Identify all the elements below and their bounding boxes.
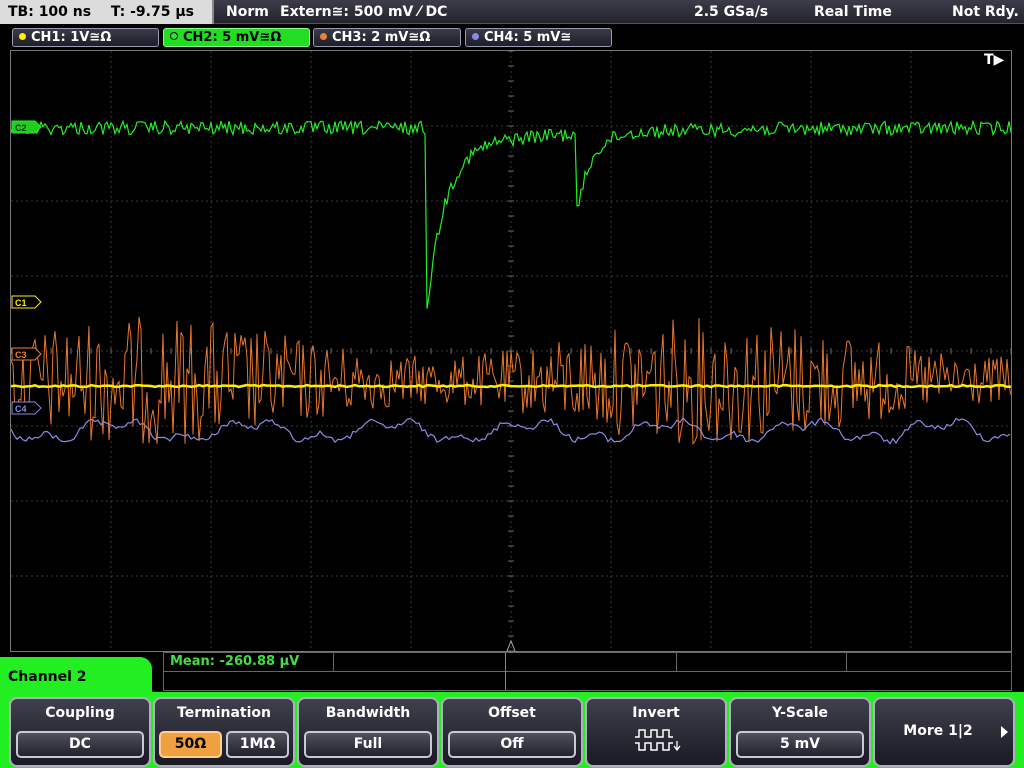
bandwidth-value[interactable]: Full	[304, 731, 432, 758]
termination-1mohm-option[interactable]: 1MΩ	[226, 731, 289, 758]
y-scale-softkey[interactable]: Y-Scale 5 mV	[729, 697, 871, 767]
y-scale-label: Y-Scale	[771, 705, 828, 721]
ch2-offset-marker[interactable]: C2	[11, 120, 42, 134]
termination-label: Termination	[177, 705, 271, 721]
ch1-dot-icon	[19, 33, 26, 40]
ch2-dot-icon	[170, 32, 178, 40]
tab-ch4[interactable]: CH4: 5 mV≅	[465, 28, 612, 47]
invert-label: Invert	[632, 705, 680, 721]
tab-ch1[interactable]: CH1: 1V≅Ω	[12, 28, 159, 47]
offset-value[interactable]: Off	[448, 731, 576, 758]
termination-50ohm-option[interactable]: 50Ω	[159, 731, 222, 758]
coupling-label: Coupling	[45, 705, 115, 721]
ch3-offset-marker[interactable]: C3	[11, 347, 42, 361]
bandwidth-label: Bandwidth	[325, 705, 411, 721]
termination-softkey[interactable]: Termination 50Ω 1MΩ	[153, 697, 295, 767]
ch2-marker-label: C2	[15, 123, 27, 133]
tab-ch1-label: CH1: 1V≅Ω	[31, 30, 112, 45]
more-label: More 1|2	[903, 723, 973, 739]
ch3-marker-label: C3	[15, 350, 27, 360]
tab-ch2[interactable]: CH2: 5 mV≅Ω	[163, 28, 310, 47]
tab-ch2-label: CH2: 5 mV≅Ω	[183, 30, 282, 45]
invert-waveform-icon	[635, 729, 681, 752]
more-softkey[interactable]: More 1|2	[873, 697, 1015, 767]
next-page-arrow-icon	[1001, 726, 1008, 738]
bandwidth-softkey[interactable]: Bandwidth Full	[297, 697, 439, 767]
channel-menu-title: Channel 2	[8, 669, 87, 685]
ch3-dot-icon	[320, 33, 327, 40]
ch1-marker-label: C1	[15, 298, 27, 308]
waveform-display[interactable]: C2 C1 C3 C4	[10, 50, 1012, 652]
trigger-time-value: T: -9.75 µs	[110, 4, 194, 20]
tab-ch3[interactable]: CH3: 2 mV≅Ω	[313, 28, 461, 47]
coupling-softkey[interactable]: Coupling DC	[9, 697, 151, 767]
timebase-box[interactable]: TB: 100 ns T: -9.75 µs	[0, 0, 214, 24]
timebase-value: TB: 100 ns	[8, 4, 92, 20]
sample-rate[interactable]: 2.5 GSa/s	[694, 0, 768, 24]
trigger-mode[interactable]: Norm	[226, 0, 269, 24]
ch4-dot-icon	[472, 33, 479, 40]
ch2-waveform	[11, 119, 1011, 309]
ch1-waveform	[11, 383, 1011, 389]
acquisition-status: Not Rdy.	[952, 4, 1019, 20]
mean-measurement[interactable]: Mean: -260.88 µV	[170, 653, 299, 671]
trigger-offscreen-indicator[interactable]: T▶	[984, 52, 1004, 68]
acquisition-mode[interactable]: Real Time	[814, 0, 892, 24]
y-scale-value[interactable]: 5 mV	[736, 731, 864, 758]
coupling-value[interactable]: DC	[16, 731, 144, 758]
offset-label: Offset	[488, 705, 536, 721]
offset-softkey[interactable]: Offset Off	[441, 697, 583, 767]
waveform-svg: C2 C1 C3 C4	[11, 51, 1011, 651]
ch4-offset-marker[interactable]: C4	[11, 401, 42, 415]
ch1-offset-marker[interactable]: C1	[11, 295, 42, 309]
ch4-marker-label: C4	[15, 404, 27, 414]
tab-ch3-label: CH3: 2 mV≅Ω	[332, 30, 431, 45]
trigger-source[interactable]: Extern≅: 500 mV ⁄ DC	[280, 0, 447, 24]
invert-softkey[interactable]: Invert	[585, 697, 727, 767]
tab-ch4-label: CH4: 5 mV≅	[484, 30, 572, 45]
